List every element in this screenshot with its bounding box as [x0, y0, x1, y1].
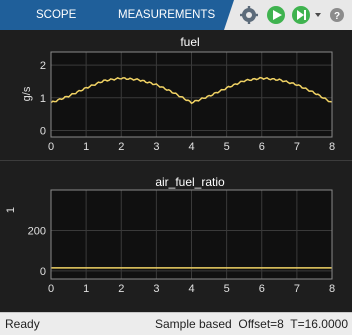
y-tick-label: 200: [28, 225, 46, 237]
tab-scope[interactable]: SCOPE: [36, 0, 76, 30]
y-tick-label: 0: [40, 125, 46, 137]
y-tick-label: 1: [40, 93, 46, 105]
x-tick-label: 0: [48, 283, 54, 295]
toolstrip-controls: ?: [224, 0, 352, 30]
toolstrip: SCOPE MEASUREMENTS ?: [0, 0, 352, 30]
tab-measurements[interactable]: MEASUREMENTS: [118, 0, 215, 30]
svg-text:?: ?: [334, 11, 340, 22]
x-tick-label: 1: [83, 141, 89, 153]
x-ticks: 0 1 2 3 4 5 6 7 8: [48, 141, 335, 153]
x-tick-label: 6: [259, 283, 265, 295]
y-axis-label: 1: [5, 207, 17, 213]
x-tick-label: 8: [329, 141, 335, 153]
x-tick-label: 8: [329, 283, 335, 295]
plot-title: air_fuel_ratio: [155, 175, 225, 189]
help-icon[interactable]: ?: [330, 8, 344, 22]
status-ready: Ready: [5, 317, 40, 331]
run-icon[interactable]: [267, 6, 285, 24]
x-tick-label: 6: [259, 141, 265, 153]
x-tick-label: 5: [224, 283, 230, 295]
x-tick-label: 7: [294, 141, 300, 153]
y-tick-label: 0: [40, 266, 46, 278]
plot-separator: [0, 160, 352, 161]
toolstrip-controls-svg: ?: [224, 0, 352, 30]
x-tick-label: 7: [294, 283, 300, 295]
plot-title: fuel: [180, 35, 199, 49]
x-ticks: 0 1 2 3 4 5 6 7 8: [48, 283, 335, 295]
x-tick-label: 1: [83, 283, 89, 295]
step-forward-icon[interactable]: [292, 6, 310, 24]
x-tick-label: 2: [118, 283, 124, 295]
plot-air-fuel-ratio[interactable]: air_fuel_ratio 0 1 2 3 4 5 6 7 8 0 200 1: [5, 175, 335, 295]
scope-figure: fuel 0 1 2 3 4 5 6 7 8 0 1 2 g/s air_fuel_ratio 0 1…: [0, 35, 352, 295]
y-ticks: 0 1 2: [40, 60, 46, 137]
plot-fuel[interactable]: fuel 0 1 2 3 4 5 6 7 8 0 1 2 g/s: [21, 35, 335, 153]
x-tick-label: 0: [48, 141, 54, 153]
y-tick-label: 2: [40, 60, 46, 72]
x-tick-label: 4: [188, 141, 194, 153]
status-bar: Ready Sample based Offset=8 T=16.0000: [0, 312, 352, 335]
y-ticks: 0 200: [28, 225, 46, 277]
scope-plot-area: fuel 0 1 2 3 4 5 6 7 8 0 1 2 g/s air_fuel_ratio 0 1…: [0, 30, 352, 312]
x-tick-label: 2: [118, 141, 124, 153]
x-tick-label: 3: [153, 283, 159, 295]
x-tick-label: 3: [153, 141, 159, 153]
x-tick-label: 4: [188, 283, 194, 295]
y-axis-label: g/s: [21, 86, 33, 101]
status-sample-info: Sample based Offset=8 T=16.0000: [154, 317, 348, 331]
x-tick-label: 5: [224, 141, 230, 153]
